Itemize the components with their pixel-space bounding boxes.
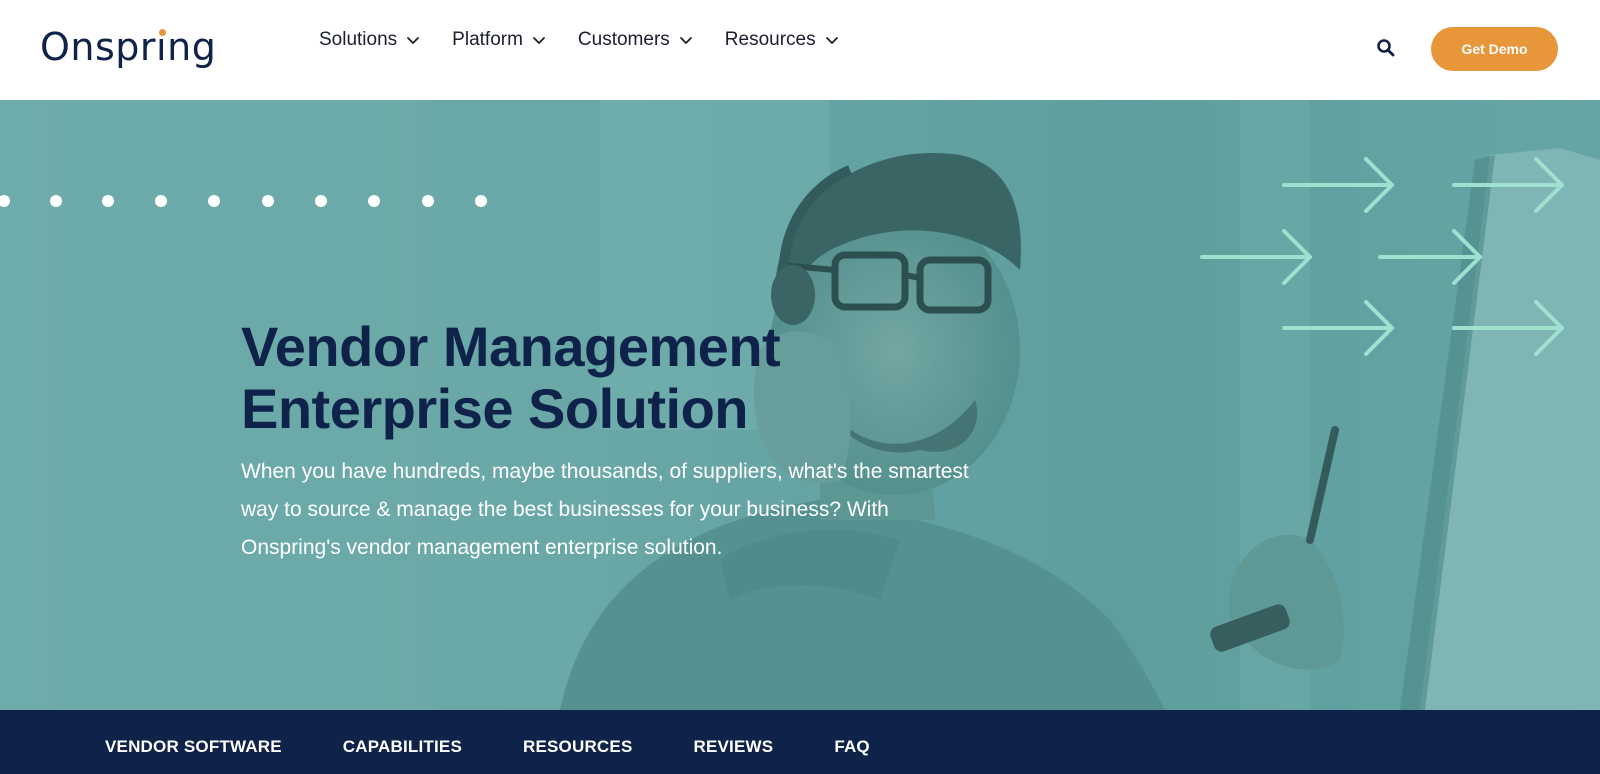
logo-text-start: Onspr xyxy=(40,25,157,69)
hero-section: Vendor Management Enterprise Solution Wh… xyxy=(0,100,1600,710)
section-nav-reviews[interactable]: REVIEWS xyxy=(694,737,774,757)
get-demo-button[interactable]: Get Demo xyxy=(1431,27,1558,71)
section-nav-capabilities[interactable]: CAPABILITIES xyxy=(343,737,462,757)
section-nav-faq[interactable]: FAQ xyxy=(834,737,870,757)
arrow-right-icon xyxy=(1452,300,1564,356)
nav-label: Solutions xyxy=(319,29,398,50)
chevron-down-icon xyxy=(825,37,838,44)
search-icon[interactable] xyxy=(1376,38,1396,58)
main-nav: Solutions Platform Customers Resources xyxy=(319,26,871,54)
nav-customers[interactable]: Customers xyxy=(578,26,694,54)
nav-solutions[interactable]: Solutions xyxy=(319,26,421,54)
dotted-line-decoration xyxy=(0,195,487,207)
chevron-down-icon xyxy=(679,37,692,44)
nav-label: Resources xyxy=(724,29,816,50)
arrow-pattern-decoration xyxy=(1200,157,1564,356)
arrow-right-icon xyxy=(1378,229,1482,285)
logo-text-end: ng xyxy=(167,25,217,69)
arrow-right-icon xyxy=(1452,157,1564,213)
nav-platform[interactable]: Platform xyxy=(452,26,547,54)
nav-resources[interactable]: Resources xyxy=(725,26,840,54)
arrow-right-icon xyxy=(1200,229,1312,285)
section-nav-vendor-software[interactable]: VENDOR SOFTWARE xyxy=(105,737,282,757)
hero-subtitle: When you have hundreds, maybe thousands,… xyxy=(241,460,969,559)
page-title: Vendor Management Enterprise Solution xyxy=(241,315,781,440)
chevron-down-icon xyxy=(407,37,420,44)
section-nav-list: VENDOR SOFTWARE CAPABILITIES RESOURCES R… xyxy=(105,710,931,774)
section-nav-resources[interactable]: RESOURCES xyxy=(523,737,633,757)
logo-i-with-orange-dot: i xyxy=(156,25,168,69)
section-nav: VENDOR SOFTWARE CAPABILITIES RESOURCES R… xyxy=(0,710,1600,774)
arrow-right-icon xyxy=(1282,300,1394,356)
onspring-logo[interactable]: Onspri ng xyxy=(40,22,216,72)
site-header: Onspri ng Solutions Platform Customers Re… xyxy=(0,0,1600,100)
arrow-right-icon xyxy=(1282,157,1394,213)
nav-label: Platform xyxy=(452,29,523,50)
chevron-down-icon xyxy=(533,37,545,44)
nav-label: Customers xyxy=(577,29,670,50)
